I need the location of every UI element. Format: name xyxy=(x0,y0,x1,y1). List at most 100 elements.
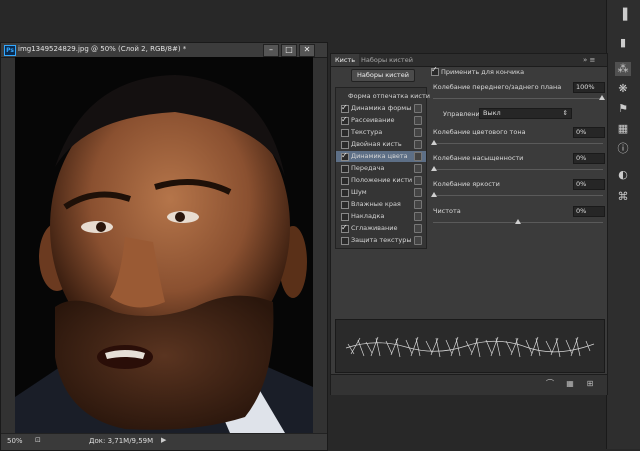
document-title-bar[interactable]: Ps img1349524829.jpg @ 50% (Слой 2, RGB/… xyxy=(1,43,327,58)
brush-option-label: Передача xyxy=(351,164,385,172)
zoom-level[interactable]: 50% xyxy=(7,437,23,445)
clone-source-icon[interactable]: ❋ xyxy=(615,82,631,96)
lock-icon[interactable] xyxy=(414,236,422,245)
hue-jitter-field[interactable]: 0% xyxy=(573,127,605,138)
brush-option-item[interactable]: Накладка xyxy=(336,211,426,222)
brush-stroke-preview-image xyxy=(345,336,595,358)
brush-option-item[interactable]: Передача xyxy=(336,163,426,174)
saturation-jitter-label: Колебание насыщенности xyxy=(433,154,524,162)
brush-option-checkbox[interactable] xyxy=(341,102,349,113)
brush-option-label: Положение кисти xyxy=(351,176,413,184)
fg-bg-jitter-knob[interactable] xyxy=(599,95,605,100)
brush-panel: Кисть Наборы кистей » ≡ Наборы кистей Фо… xyxy=(330,53,608,395)
lock-icon[interactable] xyxy=(414,164,422,173)
lock-icon[interactable] xyxy=(414,188,422,197)
grid-view-icon[interactable]: ▦ xyxy=(565,379,575,388)
brush-option-checkbox[interactable] xyxy=(341,129,349,137)
brush-option-item[interactable]: Двойная кисть xyxy=(336,139,426,150)
brush-option-label: Двойная кисть xyxy=(351,140,402,148)
brightness-jitter-knob[interactable] xyxy=(431,192,437,197)
brush-option-checkbox[interactable] xyxy=(341,201,349,209)
maximize-button[interactable]: □ xyxy=(281,44,297,57)
brush-option-checkbox[interactable] xyxy=(341,165,349,173)
apply-per-tip-label: Применить для кончика xyxy=(441,68,525,76)
brush-option-item[interactable]: Защита текстуры xyxy=(336,235,426,246)
minimize-button[interactable]: – xyxy=(263,44,279,57)
brush-option-label: Шум xyxy=(351,188,367,196)
saturation-jitter-slider[interactable] xyxy=(433,169,603,170)
brush-option-item[interactable]: Рассеивание xyxy=(336,114,426,126)
brush-option-label: Накладка xyxy=(351,212,385,220)
brush-option-checkbox[interactable] xyxy=(341,222,349,233)
panel-toggle-icon[interactable]: ▐ xyxy=(615,8,631,22)
brush-option-checkbox[interactable] xyxy=(341,114,349,125)
brush-option-checkbox[interactable] xyxy=(341,189,349,197)
lock-icon[interactable] xyxy=(414,212,422,221)
fg-bg-jitter-field[interactable]: 100% xyxy=(573,82,605,93)
document-title: img1349524829.jpg @ 50% (Слой 2, RGB/8#)… xyxy=(18,45,187,53)
image-canvas[interactable] xyxy=(15,57,313,433)
status-icon[interactable]: ⊡ xyxy=(35,436,41,444)
brush-presets-button[interactable]: Наборы кистей xyxy=(351,69,415,82)
brightness-jitter-field[interactable]: 0% xyxy=(573,179,605,190)
brush-option-item[interactable]: Динамика цвета xyxy=(336,150,426,162)
brush-option-item[interactable]: Положение кисти xyxy=(336,175,426,186)
status-menu-arrow-icon[interactable]: ▶ xyxy=(161,436,166,444)
history-icon[interactable]: ⚑ xyxy=(615,102,631,116)
brush-icon[interactable]: ⁂ xyxy=(615,62,631,76)
lock-icon[interactable] xyxy=(414,116,422,125)
panel-menu-icon[interactable]: » ≡ xyxy=(579,54,599,66)
close-button[interactable]: ✕ xyxy=(299,44,315,57)
lock-icon[interactable] xyxy=(414,224,422,233)
lock-icon[interactable] xyxy=(414,176,422,185)
brush-option-item[interactable]: Форма отпечатка кисти xyxy=(336,91,430,102)
panel-tab-bar: Кисть Наборы кистей » ≡ xyxy=(331,54,607,67)
brush-option-checkbox[interactable] xyxy=(341,177,349,185)
saturation-jitter-field[interactable]: 0% xyxy=(573,153,605,164)
toggle-preview-icon[interactable]: ⌒ xyxy=(545,379,555,388)
photo-image xyxy=(15,57,313,433)
brush-option-label: Динамика формы xyxy=(351,104,412,112)
hue-jitter-knob[interactable] xyxy=(431,140,437,145)
brush-option-checkbox[interactable] xyxy=(341,150,349,161)
info-icon[interactable]: ⓘ xyxy=(615,142,631,156)
fg-bg-jitter-label: Колебание переднего/заднего плана xyxy=(433,83,562,91)
document-window: Ps img1349524829.jpg @ 50% (Слой 2, RGB/… xyxy=(0,42,328,451)
brush-option-checkbox[interactable] xyxy=(341,141,349,149)
styles-icon[interactable]: ⌘ xyxy=(615,190,631,204)
control-select[interactable]: Выкл ⇕ xyxy=(479,108,572,119)
lock-icon[interactable] xyxy=(414,128,422,137)
brush-option-checkbox[interactable] xyxy=(341,213,349,221)
lock-icon[interactable] xyxy=(414,104,422,113)
brush-option-item[interactable]: Влажные края xyxy=(336,199,426,210)
brightness-jitter-slider[interactable] xyxy=(433,195,603,196)
apply-per-tip-checkbox[interactable]: ✓ xyxy=(431,65,439,76)
brightness-jitter-label: Колебание яркости xyxy=(433,180,500,188)
tool-dock: ▐ ▮ ⁂ ❋ ⚑ ▦ ⓘ ◐ ⌘ xyxy=(606,0,640,449)
lock-icon[interactable] xyxy=(414,200,422,209)
tab-brush-presets[interactable]: Наборы кистей xyxy=(357,54,417,66)
panel-toggle-icon[interactable]: ▮ xyxy=(615,36,631,50)
brush-option-label: Рассеивание xyxy=(351,116,395,124)
brush-option-checkbox[interactable] xyxy=(341,237,349,245)
fg-bg-jitter-slider[interactable] xyxy=(433,98,603,99)
hue-jitter-slider[interactable] xyxy=(433,143,603,144)
new-preset-icon[interactable]: ⊞ xyxy=(585,379,595,388)
brush-option-label: Форма отпечатка кисти xyxy=(348,92,430,100)
grid-icon[interactable]: ▦ xyxy=(615,122,631,136)
purity-field[interactable]: 0% xyxy=(573,206,605,217)
brush-option-label: Влажные края xyxy=(351,200,401,208)
saturation-jitter-knob[interactable] xyxy=(431,166,437,171)
lock-icon[interactable] xyxy=(414,152,422,161)
color-icon[interactable]: ◐ xyxy=(615,168,631,182)
document-status-bar: 50% ⊡ Док: 3,71M/9,59M ▶ xyxy=(1,433,327,450)
purity-knob[interactable] xyxy=(515,219,521,224)
brush-option-label: Защита текстуры xyxy=(351,236,412,244)
lock-icon[interactable] xyxy=(414,140,422,149)
brush-option-label: Сглаживание xyxy=(351,224,398,232)
brush-option-item[interactable]: Сглаживание xyxy=(336,222,426,234)
tab-brush[interactable]: Кисть xyxy=(331,54,360,66)
brush-option-item[interactable]: Текстура xyxy=(336,127,426,138)
brush-option-item[interactable]: Шум xyxy=(336,187,426,198)
brush-option-item[interactable]: Динамика формы xyxy=(336,102,426,114)
